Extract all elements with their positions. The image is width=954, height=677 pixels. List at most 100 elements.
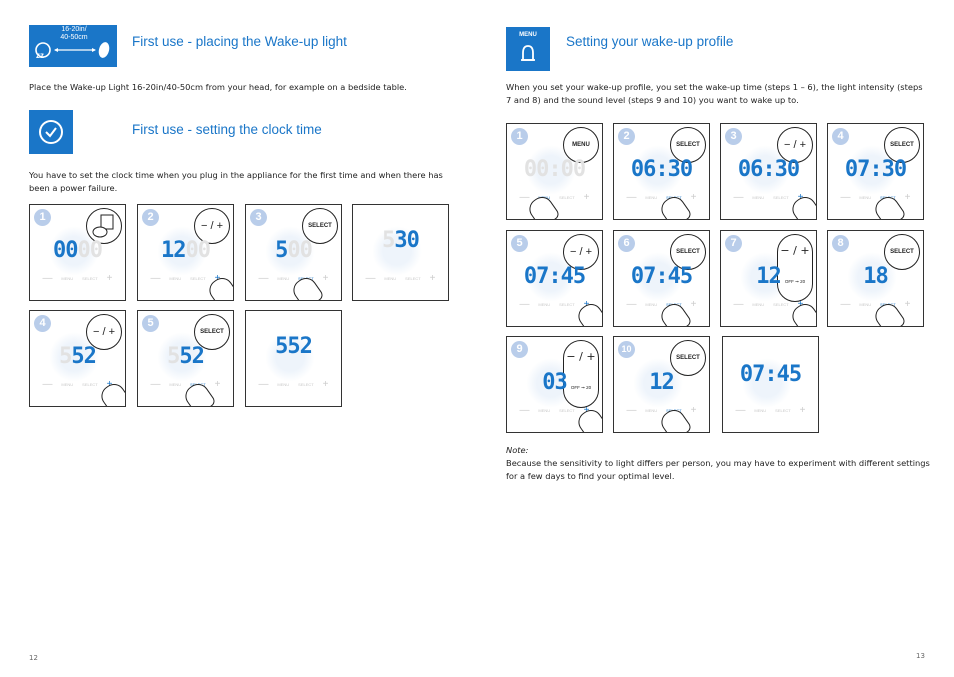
plus-button[interactable]: + xyxy=(584,192,590,203)
minus-button[interactable]: — xyxy=(626,299,636,310)
callout-label: − / + xyxy=(569,246,593,258)
menu-button[interactable]: MENU xyxy=(169,276,181,281)
lcd-active-digits: 552 xyxy=(275,333,313,359)
minus-button[interactable]: — xyxy=(365,273,375,284)
menu-button[interactable]: MENU xyxy=(538,302,550,307)
step-number: 5 xyxy=(511,235,528,252)
step-number: 9 xyxy=(511,341,528,358)
plus-button[interactable]: + xyxy=(215,379,221,390)
callout-label: SELECT xyxy=(676,249,700,255)
minus-button[interactable]: — xyxy=(519,405,529,416)
plus-button[interactable]: + xyxy=(107,273,113,284)
minus-button[interactable]: — xyxy=(150,273,160,284)
minus-button[interactable]: — xyxy=(733,299,743,310)
minus-button[interactable]: — xyxy=(626,192,636,203)
step-panel: 552 — MENU SELECT + xyxy=(245,310,342,407)
profile-text: When you set your wake-up profile, you s… xyxy=(506,82,923,105)
plus-button[interactable]: + xyxy=(691,299,697,310)
lcd-active-digits: 52 xyxy=(71,343,96,369)
minus-button[interactable]: — xyxy=(258,379,268,390)
plus-button[interactable]: + xyxy=(430,273,436,284)
step-number: 4 xyxy=(34,315,51,332)
menu-button[interactable]: MENU xyxy=(645,408,657,413)
step-number: 10 xyxy=(618,341,635,358)
plus-button[interactable]: + xyxy=(691,405,697,416)
select-button[interactable]: SELECT xyxy=(773,195,789,200)
plus-button[interactable]: + xyxy=(323,379,329,390)
step-panel: 07:45 — MENU SELECT + xyxy=(722,336,819,433)
menu-button[interactable]: MENU xyxy=(859,302,871,307)
minus-button[interactable]: — xyxy=(519,192,529,203)
plus-button[interactable]: + xyxy=(323,273,329,284)
step-number: 7 xyxy=(725,235,742,252)
select-button[interactable]: SELECT xyxy=(559,302,575,307)
menu-button[interactable]: MENU xyxy=(859,195,871,200)
lcd-display: 07:45 xyxy=(723,362,818,387)
section-title-profile: Setting your wake-up profile xyxy=(566,34,734,49)
minus-button[interactable]: — xyxy=(258,273,268,284)
lcd-value: 07:45 xyxy=(739,361,802,387)
select-button[interactable]: SELECT xyxy=(559,408,575,413)
menu-button[interactable]: MENU xyxy=(538,408,550,413)
select-button[interactable]: SELECT xyxy=(298,382,314,387)
select-button[interactable]: SELECT xyxy=(82,276,98,281)
lcd-display: 1200 xyxy=(138,238,233,263)
lcd-display: 12 xyxy=(721,264,816,289)
step-number: 4 xyxy=(832,128,849,145)
minus-button[interactable]: — xyxy=(150,379,160,390)
lcd-value: 06:30 xyxy=(630,156,693,182)
minus-button[interactable]: — xyxy=(840,192,850,203)
menu-button[interactable]: MENU xyxy=(752,195,764,200)
menu-button[interactable]: MENU xyxy=(645,195,657,200)
bell-icon xyxy=(521,45,535,61)
section-title-placing: First use - placing the Wake-up light xyxy=(132,34,347,49)
lcd-inactive-digits: 5 xyxy=(167,343,180,369)
lcd-display: 552 xyxy=(30,344,125,369)
menu-button[interactable]: MENU xyxy=(645,302,657,307)
plus-button[interactable]: + xyxy=(691,192,697,203)
select-button[interactable]: SELECT xyxy=(775,408,791,413)
step-panel: 8SELECT18—MENUSELECT+ xyxy=(827,230,924,327)
lcd-active-digits: 52 xyxy=(179,343,204,369)
step-panel: 1MENU00:00—MENUSELECT+ xyxy=(506,123,603,220)
lcd-display: 12 xyxy=(614,370,709,395)
lcd-value: 07:45 xyxy=(630,263,693,289)
select-button[interactable]: SELECT xyxy=(82,382,98,387)
minus-button[interactable]: — xyxy=(840,299,850,310)
lcd-value: 12 xyxy=(649,369,674,395)
menu-button[interactable]: MENU xyxy=(752,302,764,307)
minus-button[interactable]: — xyxy=(42,379,52,390)
plus-button[interactable]: + xyxy=(800,405,806,416)
plus-button[interactable]: + xyxy=(905,299,911,310)
lcd-display: 06:30 xyxy=(614,157,709,182)
select-button[interactable]: SELECT xyxy=(405,276,421,281)
step-panel: 3− / +06:30—MENUSELECT+ xyxy=(720,123,817,220)
device-button-row: — MENU SELECT + xyxy=(723,405,818,416)
lcd-inactive-digits: 5 xyxy=(382,227,395,253)
minus-button[interactable]: — xyxy=(42,273,52,284)
menu-button[interactable]: MENU xyxy=(754,408,766,413)
plus-button[interactable]: + xyxy=(905,192,911,203)
device-button-row: —MENUSELECT+ xyxy=(614,192,709,203)
minus-button[interactable]: — xyxy=(733,192,743,203)
select-button[interactable]: SELECT xyxy=(773,302,789,307)
lcd-display: 18 xyxy=(828,264,923,289)
device-button-row: — MENU SELECT + xyxy=(30,273,125,284)
select-button[interactable]: SELECT xyxy=(190,276,206,281)
minus-button[interactable]: — xyxy=(735,405,745,416)
lcd-value: 18 xyxy=(863,263,888,289)
step-number: 2 xyxy=(142,209,159,226)
menu-button[interactable]: MENU xyxy=(169,382,181,387)
lcd-display: 06:30 xyxy=(721,157,816,182)
menu-button[interactable]: MENU xyxy=(61,382,73,387)
select-button[interactable]: SELECT xyxy=(559,195,575,200)
minus-button[interactable]: — xyxy=(626,405,636,416)
menu-button[interactable]: MENU xyxy=(61,276,73,281)
minus-button[interactable]: — xyxy=(519,299,529,310)
lcd-active-digits: 00 xyxy=(53,237,78,263)
menu-button[interactable]: MENU xyxy=(277,276,289,281)
callout-label: − / + xyxy=(780,244,810,257)
menu-button[interactable]: MENU xyxy=(277,382,289,387)
lcd-value: 03 xyxy=(542,369,567,395)
menu-button[interactable]: MENU xyxy=(384,276,396,281)
